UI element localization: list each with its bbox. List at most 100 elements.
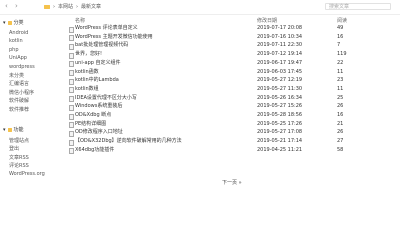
table-row[interactable]: bat批处理管理视频代码 2019-07-11 22:30 7 [62,42,398,50]
folder-icon [7,127,12,132]
table-row[interactable]: kotlin中的Lambda 2019-05-27 12:19 23 [62,77,398,85]
sidebar-item-category[interactable]: 微信小程序 [9,89,34,96]
sidebar-item-category[interactable]: 软件推荐 [9,106,29,113]
table-row[interactable]: IDEA设置代理不区分大小写 2019-05-26 16:34 25 [62,94,398,103]
search-input[interactable]: 搜索文章 [325,3,391,10]
row-date: 2019-06-03 17:45 [257,68,303,75]
row-date: 2019-05-26 16:34 [257,94,303,101]
sidebar-item-category[interactable]: 软件破解 [9,97,29,104]
row-date: 2019-04-25 11:21 [257,146,303,153]
column-header-date[interactable]: 修改日期 [257,17,277,24]
chevron-down-icon: ▾ [3,126,6,133]
row-views: 119 [337,51,347,58]
sidebar-item-function[interactable]: 评论RSS [9,162,29,169]
table-row[interactable]: 【OD&X32Dbg】逆向软件破解常用的几种方法 2019-05-21 17:14… [62,138,398,146]
file-list: 名称 修改日期 阅读 WordPress 评论表单自定义 2019-07-17 2… [62,15,400,200]
table-row[interactable]: WordPress 评论表单自定义 2019-07-17 20:08 49 [62,25,398,33]
table-row[interactable]: OD&Xdbg 断点 2019-05-28 18:56 16 [62,112,398,120]
row-date: 2019-05-27 11:30 [257,85,303,92]
row-views: 16 [337,33,344,40]
sidebar-item-function[interactable]: 管理站点 [9,137,29,144]
row-views: 16 [337,112,344,118]
sidebar-item-category[interactable]: Android [9,30,28,36]
row-title[interactable]: kotlin函数 [75,69,99,76]
table-row[interactable]: PE结构详细图 2019-05-25 17:26 21 [62,120,398,129]
column-header-views[interactable]: 阅读 [337,17,347,24]
table-row[interactable]: X64dbg功能插件 2019-04-25 11:21 58 [62,146,398,155]
forward-arrow-icon[interactable]: › [15,3,18,10]
column-header-name[interactable]: 名称 [75,17,85,24]
table-row[interactable]: uni-app 自定义组件 2019-06-17 19:47 22 [62,59,398,68]
file-icon [69,130,74,137]
row-title[interactable]: OD&Xdbg 断点 [75,112,111,119]
table-row[interactable]: 世界，您好! 2019-07-12 19:14 119 [62,51,398,59]
row-title[interactable]: Windows系统重装后 [75,103,122,110]
row-views: 11 [337,68,344,75]
row-title[interactable]: 【OD&X32Dbg】逆向软件破解常用的几种方法 [75,138,182,145]
row-title[interactable]: bat批处理管理视频代码 [75,42,128,49]
toolbar: ‹ › › 本网站 › 最新文章 搜索文章 [0,0,400,15]
row-title[interactable]: uni-app 自定义组件 [75,60,121,67]
breadcrumb-current[interactable]: 最新文章 [81,4,101,10]
table-row[interactable]: OD修改程序入口地址 2019-05-27 17:08 26 [62,129,398,137]
table-row[interactable]: kotlin数组 2019-05-27 11:30 11 [62,85,398,94]
sidebar-item-category[interactable]: 汇编语言 [9,80,29,87]
folder-icon [7,20,12,25]
row-title[interactable]: X64dbg功能插件 [75,147,114,154]
row-date: 2019-07-17 20:08 [257,25,303,31]
file-icon [69,113,74,120]
file-icon [69,104,74,111]
next-page-link[interactable]: 下一页 » [222,179,242,186]
row-date: 2019-07-11 22:30 [257,42,303,49]
row-title[interactable]: 世界，您好! [75,51,102,58]
row-views: 11 [337,85,344,92]
function-title: 功能 [13,127,24,133]
row-date: 2019-05-27 15:26 [257,103,303,110]
row-date: 2019-05-21 17:14 [257,138,303,145]
category-title: 分类 [13,20,24,26]
row-date: 2019-05-28 18:56 [257,112,303,118]
back-arrow-icon[interactable]: ‹ [5,3,8,10]
row-date: 2019-06-17 19:47 [257,59,303,66]
row-title[interactable]: kotlin数组 [75,86,99,93]
sidebar-item-category[interactable]: wordpress [9,64,35,70]
sidebar-item-function[interactable]: 文章RSS [9,154,29,161]
breadcrumb: › 本网站 › 最新文章 [44,4,101,10]
function-section-header[interactable]: ▾ 功能 [3,126,24,134]
sidebar-item-category[interactable]: kotlin [9,38,23,44]
row-title[interactable]: WordPress 评论表单自定义 [75,25,138,32]
row-views: 49 [337,25,344,31]
row-views: 27 [337,138,344,145]
file-icon [69,26,74,33]
folder-icon [44,5,50,9]
table-row[interactable]: WordPress 主题开发微信功能使用 2019-07-16 10:34 16 [62,33,398,42]
row-views: 58 [337,146,344,153]
row-views: 26 [337,129,344,136]
row-date: 2019-07-16 10:34 [257,33,303,40]
row-title[interactable]: PE结构详细图 [75,121,106,128]
category-section-header[interactable]: ▾ 分类 [3,19,24,27]
row-views: 26 [337,103,344,110]
sidebar-item-function[interactable]: WordPress.org [9,171,45,177]
file-icon [69,148,74,155]
row-title[interactable]: OD修改程序入口地址 [75,129,123,136]
row-title[interactable]: kotlin中的Lambda [75,77,119,84]
table-row[interactable]: kotlin函数 2019-06-03 17:45 11 [62,69,398,76]
row-title[interactable]: IDEA设置代理不区分大小写 [75,95,137,102]
file-icon [69,35,74,42]
sidebar-item-category[interactable]: php [9,47,19,53]
file-icon [69,87,74,94]
breadcrumb-root[interactable]: 本网站 [58,4,73,10]
breadcrumb-separator: › [76,4,79,10]
row-date: 2019-05-27 12:19 [257,77,303,84]
sidebar-item-category[interactable]: UniApp [9,55,27,61]
file-icon [69,52,74,59]
chevron-down-icon: ▾ [3,19,6,26]
row-views: 7 [337,42,341,49]
sidebar-item-category[interactable]: 未分类 [9,72,24,79]
row-views: 23 [337,77,344,84]
sidebar-item-function[interactable]: 登出 [9,145,19,152]
table-row[interactable]: Windows系统重装后 2019-05-27 15:26 26 [62,103,398,111]
row-date: 2019-05-25 17:26 [257,120,303,127]
row-title[interactable]: WordPress 主题开发微信功能使用 [75,34,153,41]
